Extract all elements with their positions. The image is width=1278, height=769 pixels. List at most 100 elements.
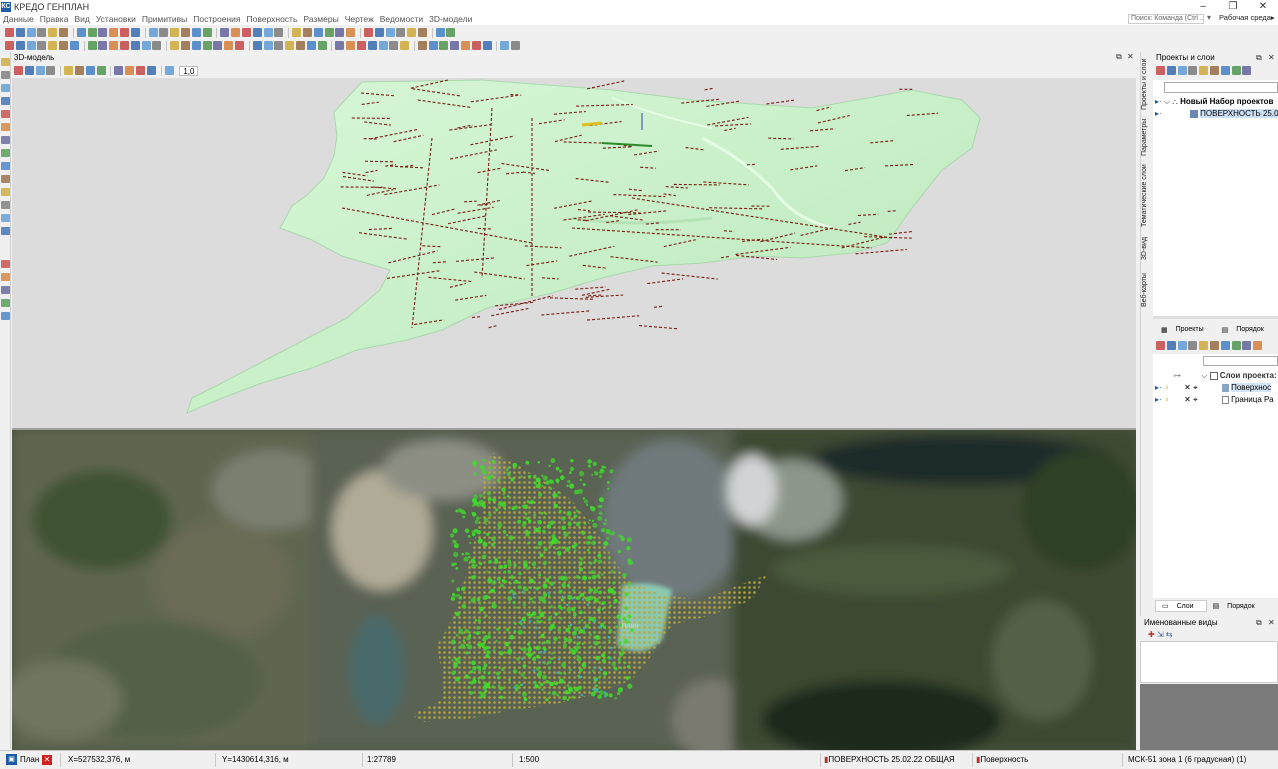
- lock-x-icon[interactable]: ✕: [1184, 383, 1191, 392]
- toolbar-tool-icon[interactable]: [213, 41, 223, 50]
- drawing-scale[interactable]: 1:500: [519, 755, 539, 764]
- left-tool-icon[interactable]: [1, 175, 10, 183]
- active-layer[interactable]: ▮Поверхность: [976, 755, 1028, 764]
- toolbar-tool-icon[interactable]: [119, 41, 129, 50]
- left-tool-icon[interactable]: [1, 188, 10, 196]
- toolbar-tool-icon[interactable]: [135, 66, 145, 75]
- menu-view[interactable]: Вид: [71, 14, 92, 24]
- toolbar-tool-icon[interactable]: [231, 28, 241, 37]
- toolbar-tool-icon[interactable]: [170, 28, 180, 37]
- left-tool-icon[interactable]: [1, 214, 10, 222]
- toolbar-tool-icon[interactable]: [324, 28, 334, 37]
- toolbar-tool-icon[interactable]: [400, 41, 410, 50]
- toolbar-tool-icon[interactable]: [26, 41, 36, 50]
- toolbar-tool-icon[interactable]: [130, 41, 140, 50]
- toolbar-tool-icon[interactable]: [346, 41, 356, 50]
- coordinate-system[interactable]: МСК-51 зона 1 (6 градусная) (1): [1128, 755, 1246, 764]
- toolbar-tool-icon[interactable]: [191, 28, 201, 37]
- lock-x-icon[interactable]: ✕: [1184, 395, 1191, 404]
- named-views-list[interactable]: [1140, 641, 1278, 683]
- left-tool-icon[interactable]: [1, 71, 10, 79]
- toolbar-tool-icon[interactable]: [1231, 66, 1241, 75]
- toolbar-tool-icon[interactable]: [292, 28, 302, 37]
- toolbar-tool-icon[interactable]: [363, 28, 373, 37]
- view3d-canvas[interactable]: [12, 78, 1136, 428]
- toolbar-tool-icon[interactable]: [159, 28, 169, 37]
- left-tool-icon[interactable]: [1, 149, 10, 157]
- left-tool-icon[interactable]: [1, 227, 10, 235]
- toolbar-tool-icon[interactable]: [435, 28, 445, 37]
- left-tool-icon[interactable]: [1, 97, 10, 105]
- search-options-icon[interactable]: ▾: [1207, 13, 1211, 22]
- toolbar-tool-icon[interactable]: [15, 28, 25, 37]
- minimize-icon[interactable]: –: [1188, 0, 1218, 13]
- toolbar-tool-icon[interactable]: [1166, 66, 1176, 75]
- toolbar-tool-icon[interactable]: [1177, 341, 1187, 350]
- toolbar-tool-icon[interactable]: [274, 28, 284, 37]
- active-project[interactable]: ▮ПОВЕРХНОСТЬ 25.02.22 ОБЩАЯ: [824, 755, 955, 764]
- close-icon[interactable]: ✕: [1248, 0, 1278, 13]
- toolbar-tool-icon[interactable]: [14, 66, 23, 75]
- toolbar-tool-icon[interactable]: [252, 41, 262, 50]
- toolbar-tool-icon[interactable]: [346, 28, 356, 37]
- toolbar-tool-icon[interactable]: [1156, 66, 1165, 75]
- toolbar-tool-icon[interactable]: [313, 28, 323, 37]
- toolbar-tool-icon[interactable]: [389, 41, 399, 50]
- left-tool-icon[interactable]: [1, 312, 10, 320]
- layers-root-row[interactable]: ⊶ ⌵ Слои проекта:: [1173, 371, 1277, 381]
- toolbar-tool-icon[interactable]: [306, 41, 316, 50]
- close-plan-tab-icon[interactable]: ✕: [42, 755, 52, 765]
- plan-tab-label[interactable]: План: [20, 755, 39, 764]
- toolbar-tool-icon[interactable]: [356, 41, 366, 50]
- toolbar-tool-icon[interactable]: [285, 41, 295, 50]
- menu-drawing[interactable]: Чертеж: [342, 14, 377, 24]
- toolbar-tool-icon[interactable]: [87, 41, 97, 50]
- toolbar-tool-icon[interactable]: [1156, 341, 1165, 350]
- toolbar-tool-icon[interactable]: [48, 28, 58, 37]
- tree-scrollbar[interactable]: [1153, 316, 1278, 319]
- toolbar-tool-icon[interactable]: [76, 28, 86, 37]
- toolbar-tool-icon[interactable]: [125, 66, 135, 75]
- toolbar-tool-icon[interactable]: [500, 41, 510, 50]
- toolbar-tool-icon[interactable]: [407, 28, 417, 37]
- toolbar-tool-icon[interactable]: [37, 28, 47, 37]
- menu-reports[interactable]: Ведомости: [377, 14, 426, 24]
- view-scale[interactable]: 1:27789: [367, 755, 396, 764]
- toolbar-tool-icon[interactable]: [263, 28, 273, 37]
- toolbar-tool-icon[interactable]: [148, 28, 158, 37]
- float-icon[interactable]: ⧉: [1116, 52, 1122, 62]
- toolbar-tool-icon[interactable]: [471, 41, 481, 50]
- toolbar-tool-icon[interactable]: [164, 66, 174, 75]
- toolbar-tool-icon[interactable]: [295, 41, 305, 50]
- left-tool-icon[interactable]: [1, 58, 10, 66]
- toolbar-tool-icon[interactable]: [96, 66, 106, 75]
- toolbar-tool-icon[interactable]: [58, 41, 68, 50]
- toolbar-tool-icon[interactable]: [1209, 341, 1219, 350]
- toolbar-tool-icon[interactable]: [378, 41, 388, 50]
- float-icon[interactable]: ⧉: [1256, 53, 1262, 63]
- left-tool-icon[interactable]: [1, 260, 10, 268]
- toolbar-tool-icon[interactable]: [5, 28, 14, 37]
- close-pane-icon[interactable]: ✕: [1127, 52, 1134, 61]
- menu-settings[interactable]: Установки: [93, 14, 139, 24]
- toolbar-tool-icon[interactable]: [274, 41, 284, 50]
- tab-projects[interactable]: ▦ Проекты: [1155, 323, 1216, 336]
- toolbar-tool-icon[interactable]: [482, 41, 492, 50]
- tab-layers-order[interactable]: ▤ Порядок: [1207, 600, 1267, 612]
- menu-dimensions[interactable]: Размеры: [300, 14, 341, 24]
- zoom-factor-field[interactable]: 1,0: [179, 65, 199, 76]
- toolbar-tool-icon[interactable]: [69, 41, 79, 50]
- projects-filter-input[interactable]: [1164, 82, 1278, 93]
- toolbar-tool-icon[interactable]: [24, 66, 34, 75]
- named-views-toolbar[interactable]: ✚ ⇲ ⇆: [1148, 630, 1173, 639]
- toolbar-tool-icon[interactable]: [152, 41, 162, 50]
- toolbar-tool-icon[interactable]: [58, 28, 68, 37]
- toolbar-tool-icon[interactable]: [220, 28, 230, 37]
- toolbar-tool-icon[interactable]: [119, 28, 129, 37]
- toolbar-tool-icon[interactable]: [1231, 341, 1241, 350]
- toolbar-tool-icon[interactable]: [1199, 66, 1209, 75]
- toolbar-tool-icon[interactable]: [15, 41, 25, 50]
- toolbar-tool-icon[interactable]: [234, 41, 244, 50]
- plan-canvas[interactable]: ПЛАН: [12, 430, 1136, 750]
- tree-row-root[interactable]: ▸· ⌵ ⛬ Новый Набор проектов: [1155, 97, 1273, 107]
